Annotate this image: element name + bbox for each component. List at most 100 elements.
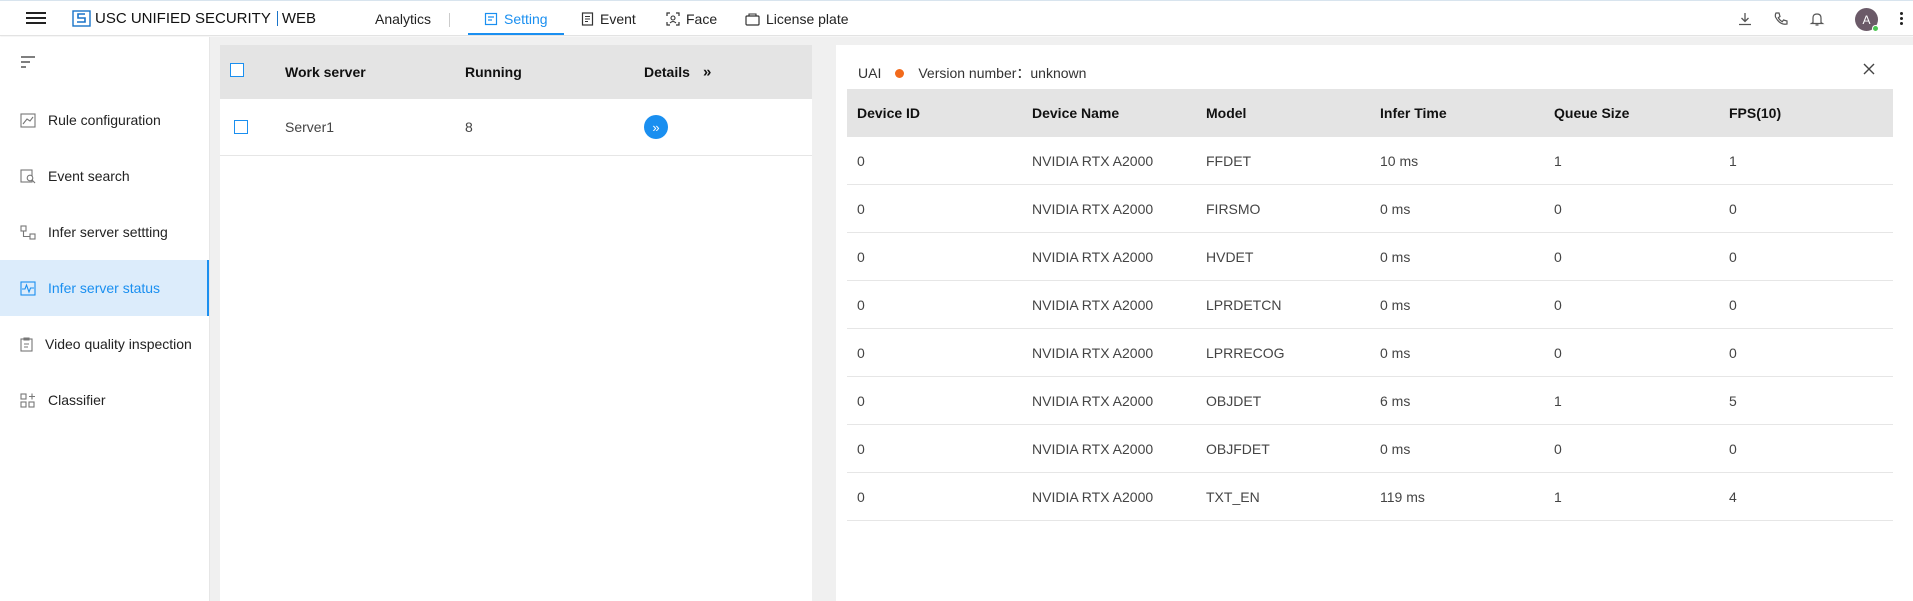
event-search-icon — [20, 168, 36, 183]
nav-label: Analytics — [375, 11, 432, 27]
table-row: 0 NVIDIA RTX A2000 HVDET 0 ms 0 0 — [847, 233, 1893, 281]
cell-queue-size: 0 — [1554, 200, 1562, 217]
sidebar-item-classifier[interactable]: Classifier — [0, 372, 209, 428]
cell-device-name: NVIDIA RTX A2000 — [1032, 344, 1154, 361]
cell-fps: 1 — [1729, 152, 1737, 169]
sidebar-item-infer-server-settting[interactable]: Infer server settting — [0, 204, 209, 260]
cell-fps: 0 — [1729, 296, 1737, 313]
online-status-dot — [1872, 25, 1879, 32]
cell-queue-size: 1 — [1554, 488, 1562, 505]
nav-face[interactable]: Face — [666, 11, 717, 27]
sidebar-item-label: Event search — [48, 168, 130, 184]
sidebar-item-event-search[interactable]: Event search — [0, 148, 209, 204]
table-row: 0 NVIDIA RTX A2000 LPRRECOG 0 ms 0 0 — [847, 329, 1893, 377]
app-logo: USC UNIFIED SECURITY WEB — [72, 10, 316, 27]
cell-infer-time: 0 ms — [1380, 200, 1411, 217]
cell-model: LPRDETCN — [1206, 296, 1282, 313]
table-row: 0 NVIDIA RTX A2000 OBJDET 6 ms 1 5 — [847, 377, 1893, 425]
license-plate-icon — [745, 12, 760, 26]
more-options-icon[interactable] — [1900, 12, 1904, 26]
cell-device-name: NVIDIA RTX A2000 — [1032, 392, 1154, 409]
cell-device-name: NVIDIA RTX A2000 — [1032, 200, 1154, 217]
column-header-infer-time: Infer Time — [1380, 105, 1447, 121]
logo-divider — [276, 11, 278, 26]
table-row: 0 NVIDIA RTX A2000 OBJFDET 0 ms 0 0 — [847, 425, 1893, 473]
cell-infer-time: 0 ms — [1380, 248, 1411, 265]
select-all-checkbox[interactable] — [230, 63, 244, 77]
cell-infer-time: 10 ms — [1380, 152, 1419, 169]
face-icon — [666, 12, 680, 26]
download-icon[interactable] — [1737, 11, 1753, 27]
app-name: USC UNIFIED SECURITY — [95, 10, 271, 27]
nav-label: License plate — [766, 11, 849, 27]
cell-model: HVDET — [1206, 248, 1254, 265]
cell-model: LPRRECOG — [1206, 344, 1285, 361]
logo-icon — [72, 10, 91, 27]
column-header-model: Model — [1206, 105, 1247, 121]
close-icon[interactable] — [1861, 61, 1877, 77]
sidebar-item-label: Rule configuration — [48, 112, 161, 128]
sidebar: Rule configuration Event search Infer se… — [0, 37, 210, 601]
cell-infer-time: 0 ms — [1380, 440, 1411, 457]
cell-queue-size: 1 — [1554, 392, 1562, 409]
setting-icon — [484, 12, 498, 26]
sidebar-item-infer-server-status[interactable]: Infer server status — [0, 260, 209, 316]
work-server-panel: Work server Running Details » Server1 8 … — [220, 45, 812, 601]
table-row[interactable]: Server1 8 » — [220, 99, 812, 156]
cell-model: TXT_EN — [1206, 488, 1260, 505]
column-header-queue-size: Queue Size — [1554, 105, 1630, 121]
detail-name: UAI — [858, 65, 882, 81]
app-suffix: WEB — [281, 10, 317, 27]
nav-setting[interactable]: Setting — [484, 11, 548, 27]
sidebar-item-video-quality-inspection[interactable]: Video quality inspection — [0, 316, 209, 372]
expand-details-icon[interactable]: » — [703, 64, 711, 81]
hamburger-menu-icon[interactable] — [26, 9, 46, 27]
column-header-work-server: Work server — [285, 64, 366, 80]
cell-fps: 4 — [1729, 488, 1737, 505]
bell-icon[interactable] — [1809, 11, 1825, 27]
sidebar-item-rule-configuration[interactable]: Rule configuration — [0, 92, 209, 148]
user-avatar[interactable]: A — [1855, 8, 1879, 32]
work-server-table-header: Work server Running Details » — [220, 45, 812, 99]
nav-analytics[interactable]: Analytics — [375, 11, 431, 27]
sidebar-item-label: Classifier — [48, 392, 106, 408]
column-header-running: Running — [465, 64, 522, 80]
sidebar-item-label: Video quality inspection — [45, 336, 192, 352]
status-icon — [20, 280, 36, 296]
table-row: 0 NVIDIA RTX A2000 FFDET 10 ms 1 1 — [847, 137, 1893, 185]
nav-license-plate[interactable]: License plate — [745, 11, 849, 27]
table-row: 0 NVIDIA RTX A2000 LPRDETCN 0 ms 0 0 — [847, 281, 1893, 329]
cell-model: OBJFDET — [1206, 440, 1270, 457]
sidebar-item-label: Infer server settting — [48, 224, 168, 240]
cell-device-id: 0 — [857, 296, 865, 313]
cell-device-id: 0 — [857, 392, 865, 409]
cell-device-id: 0 — [857, 344, 865, 361]
server-setting-icon — [20, 224, 36, 240]
details-button[interactable]: » — [644, 115, 668, 139]
video-quality-icon — [20, 336, 33, 352]
column-header-device-id: Device ID — [857, 105, 921, 121]
nav-active-indicator — [468, 33, 564, 35]
cell-model: FFDET — [1206, 152, 1252, 169]
row-checkbox[interactable] — [234, 120, 248, 134]
details-arrow-icon: » — [652, 119, 660, 135]
nav-event[interactable]: Event — [581, 11, 636, 27]
cell-device-id: 0 — [857, 488, 865, 505]
column-header-fps: FPS(10) — [1729, 105, 1782, 121]
cell-device-name: NVIDIA RTX A2000 — [1032, 296, 1154, 313]
nav-separator — [449, 13, 450, 27]
cell-device-id: 0 — [857, 248, 865, 265]
cell-queue-size: 0 — [1554, 296, 1562, 313]
device-table-body: 0 NVIDIA RTX A2000 FFDET 10 ms 1 1 0 NVIDIA RTX… — [847, 137, 1893, 521]
collapse-sidebar-icon[interactable] — [20, 55, 36, 69]
event-icon — [581, 12, 594, 26]
avatar-letter: A — [1862, 12, 1871, 27]
phone-icon[interactable] — [1773, 11, 1789, 27]
column-header-device-name: Device Name — [1032, 105, 1120, 121]
nav-label: Event — [600, 11, 636, 27]
cell-infer-time: 119 ms — [1380, 488, 1425, 505]
nav-label: Setting — [504, 11, 548, 27]
cell-fps: 0 — [1729, 440, 1737, 457]
nav-label: Face — [686, 11, 718, 27]
cell-infer-time: 0 ms — [1380, 344, 1411, 361]
